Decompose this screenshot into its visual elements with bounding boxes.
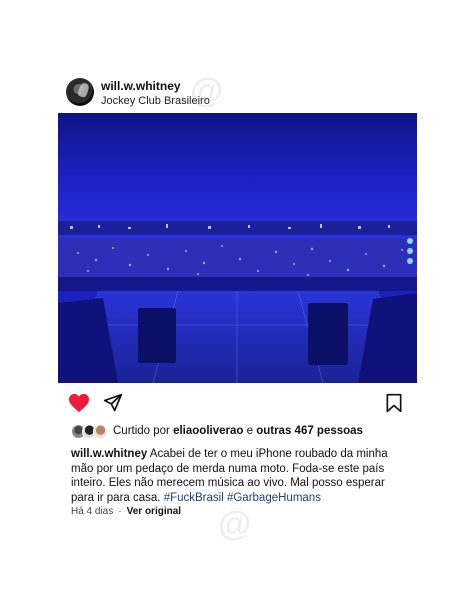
- post-meta: Há 4 dias · Ver original: [71, 506, 181, 517]
- likes-count[interactable]: Curtido por eliaooliverao e outras 467 p…: [113, 425, 363, 437]
- post-photo[interactable]: [58, 113, 417, 383]
- avatar[interactable]: [66, 78, 94, 106]
- likes-prefix: Curtido por: [113, 425, 174, 437]
- see-original-link[interactable]: Ver original: [127, 506, 181, 517]
- watermark-bottom: @: [218, 505, 252, 543]
- post-actions: [58, 391, 417, 415]
- caption-author[interactable]: will.w.whitney: [71, 448, 147, 460]
- username[interactable]: will.w.whitney: [101, 79, 181, 93]
- post-header: will.w.whitney Jockey Club Brasileiro: [58, 78, 417, 116]
- post-caption: will.w.whitney Acabei de ter o meu iPhon…: [71, 447, 407, 505]
- meta-separator: ·: [118, 506, 122, 517]
- send-icon[interactable]: [103, 393, 123, 413]
- location[interactable]: Jockey Club Brasileiro: [101, 95, 210, 107]
- concert-stage-photo: [58, 113, 417, 383]
- heart-icon[interactable]: [68, 393, 90, 413]
- likes-row: Curtido por eliaooliverao e outras 467 p…: [58, 424, 417, 442]
- bookmark-icon[interactable]: [385, 393, 403, 413]
- likes-others[interactable]: outras 467 pessoas: [256, 425, 363, 437]
- liker-username[interactable]: eliaooliverao: [173, 425, 243, 437]
- hashtag[interactable]: #FuckBrasil: [164, 492, 224, 504]
- likes-connector: e: [243, 425, 257, 437]
- post-time: Há 4 dias: [71, 506, 114, 517]
- liker-avatar[interactable]: [93, 424, 108, 439]
- hashtag[interactable]: #GarbageHumans: [227, 492, 321, 504]
